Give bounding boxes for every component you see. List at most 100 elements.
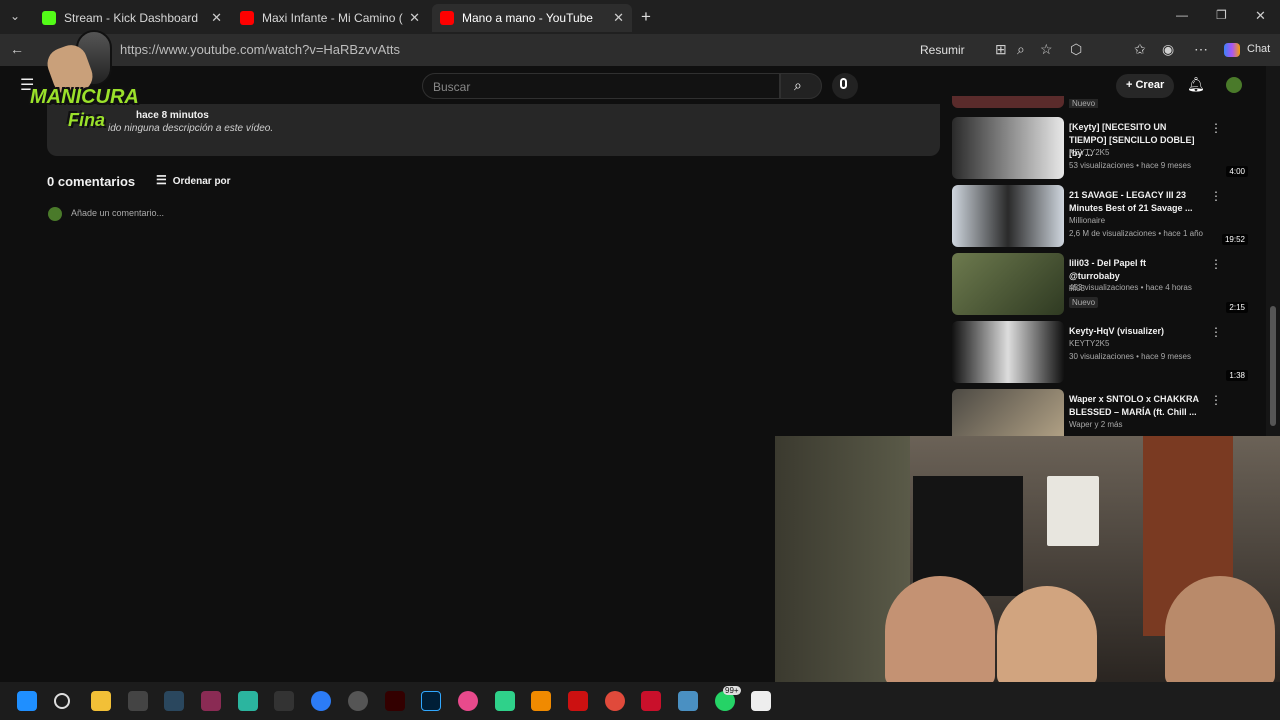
list-item[interactable]: 1:38 Keyty-HqV (visualizer) KEYTY2K5 30 … <box>952 321 1252 385</box>
person-center <box>997 586 1097 682</box>
video-title: Waper x SNTOLO x CHAKKRA BLESSED – MARÍA… <box>1069 394 1199 417</box>
close-icon[interactable]: ✕ <box>409 10 420 26</box>
close-icon[interactable]: ✕ <box>211 10 222 26</box>
vlc-icon[interactable] <box>531 691 551 711</box>
sort-button[interactable]: ☰ Ordenar por <box>156 173 231 187</box>
steam-icon[interactable] <box>164 691 184 711</box>
url-field[interactable]: https://www.youtube.com/watch?v=HaRBzvvA… <box>120 42 400 57</box>
tab-title: Maxi Infante - Mi Camino (Shot by <box>262 11 403 25</box>
tab-title: Mano a mano - YouTube <box>462 11 593 25</box>
list-item[interactable]: Waper x SNTOLO x CHAKKRA BLESSED – MARÍA… <box>952 389 1252 436</box>
list-item[interactable]: 4:00 [Keyty] [NECESITO UN TIEMPO] [SENCI… <box>952 117 1252 181</box>
sort-label: Ordenar por <box>172 176 231 187</box>
tab-youtube-active[interactable]: Mano a mano - YouTube ✕ <box>432 4 632 32</box>
obs-icon[interactable] <box>348 691 368 711</box>
video-meta: 453 visualizaciones • hace 4 horas <box>1069 283 1192 292</box>
profile-icon[interactable]: ◉ <box>1162 41 1174 58</box>
favorites-icon[interactable]: ✩ <box>1134 41 1146 58</box>
list-item[interactable]: 2:15 lili03 - Del Papel ft @turrobaby li… <box>952 253 1252 317</box>
zoom-icon[interactable]: ⌕ <box>1017 41 1025 58</box>
extension-icon[interactable]: ⊞ <box>995 41 1007 58</box>
windows-taskbar: 99+ <box>0 682 1280 720</box>
mic-button[interactable] <box>832 73 858 99</box>
more-options-icon[interactable]: ⋮ <box>1210 121 1222 135</box>
video-meta: 30 visualizaciones • hace 9 meses <box>1069 352 1191 361</box>
app-icon[interactable] <box>458 691 478 711</box>
streamer-logo: MANICURA Fina <box>28 28 148 138</box>
search-icon: ⌕ <box>794 77 802 93</box>
search-icon[interactable] <box>54 693 70 709</box>
comments-count: 0 comentarios <box>47 174 136 189</box>
app-icon[interactable] <box>568 691 588 711</box>
partial-thumbnail[interactable] <box>952 96 1064 108</box>
logo-wordmark-sub: Fina <box>68 110 106 130</box>
channel-name: KEYTY2K5 <box>1069 339 1110 348</box>
create-button[interactable]: + Crear <box>1116 74 1175 98</box>
minimize-icon[interactable]: — <box>1176 8 1188 22</box>
notification-badge: 99+ <box>723 686 741 695</box>
new-badge: Nuevo <box>1069 99 1099 108</box>
browser-tab-bar: ⌄ Stream - Kick Dashboard ✕ Maxi Infante… <box>0 0 1280 34</box>
duration: 19:52 <box>1221 234 1248 245</box>
more-options-icon[interactable]: ⋮ <box>1210 393 1222 407</box>
video-title: lili03 - Del Papel ft @turrobaby <box>1069 258 1147 281</box>
back-icon[interactable]: ← <box>10 41 24 57</box>
youtube-icon <box>240 11 254 25</box>
video-thumbnail <box>952 185 1064 247</box>
add-comment-input[interactable]: Añade un comentario... <box>71 208 164 218</box>
channel-name: KEYTY2K5 <box>1069 148 1110 157</box>
avatar <box>48 207 62 221</box>
webcam-overlay <box>775 436 1280 682</box>
close-icon[interactable]: ✕ <box>613 10 624 26</box>
video-thumbnail <box>952 321 1064 383</box>
tab-maxi[interactable]: Maxi Infante - Mi Camino (Shot by ✕ <box>232 4 428 32</box>
file-explorer-icon[interactable] <box>91 691 111 711</box>
restore-icon[interactable]: ❐ <box>1216 8 1227 22</box>
more-options-icon[interactable]: ⋮ <box>1210 325 1222 339</box>
chat-button[interactable]: Chat <box>1247 43 1270 55</box>
app-icon[interactable] <box>201 691 221 711</box>
tab-title: Stream - Kick Dashboard <box>64 11 199 25</box>
scrollbar[interactable] <box>1266 66 1280 436</box>
notifications-bell-icon[interactable]: 🔔︎ <box>1187 76 1205 93</box>
edge-icon[interactable] <box>238 691 258 711</box>
channel-name: Waper y 2 más <box>1069 420 1123 429</box>
app-icon[interactable] <box>678 691 698 711</box>
resumir-button[interactable]: Resumir <box>920 43 965 57</box>
tab-list-chevron-icon[interactable]: ⌄ <box>10 9 20 23</box>
mic-icon <box>840 78 847 89</box>
copilot-icon[interactable] <box>1224 43 1240 57</box>
new-tab-icon[interactable]: + <box>641 7 651 27</box>
illustrator-icon[interactable] <box>385 691 405 711</box>
create-label: Crear <box>1135 79 1165 91</box>
search-input[interactable]: Buscar <box>422 73 780 99</box>
duration: 2:15 <box>1226 302 1248 313</box>
list-item[interactable]: 19:52 21 SAVAGE - LEGACY III 23 Minutes … <box>952 185 1252 249</box>
app-icon[interactable] <box>128 691 148 711</box>
app-icon[interactable] <box>495 691 515 711</box>
app-icon[interactable] <box>311 691 331 711</box>
sort-icon: ☰ <box>156 173 167 187</box>
window-close-icon[interactable]: ✕ <box>1255 8 1266 24</box>
more-options-icon[interactable]: ⋮ <box>1210 189 1222 203</box>
chrome-icon[interactable] <box>605 691 625 711</box>
favorite-star-icon[interactable]: ☆ <box>1040 41 1053 58</box>
more-menu-icon[interactable]: ⋯ <box>1194 41 1208 58</box>
video-thumbnail <box>952 389 1064 436</box>
video-meta: 2,6 M de visualizaciones • hace 1 año <box>1069 229 1203 238</box>
youtube-icon <box>440 11 454 25</box>
scrollbar-thumb[interactable] <box>1270 306 1276 426</box>
photoshop-icon[interactable] <box>421 691 441 711</box>
video-title: 21 SAVAGE - LEGACY III 23 Minutes Best o… <box>1069 190 1193 213</box>
more-options-icon[interactable]: ⋮ <box>1210 257 1222 271</box>
app-icon[interactable] <box>641 691 661 711</box>
avatar[interactable] <box>1226 77 1242 93</box>
puzzle-icon[interactable]: ⬡ <box>1070 41 1082 58</box>
davinci-icon[interactable] <box>274 691 294 711</box>
video-thumbnail <box>952 253 1064 315</box>
search-button[interactable]: ⌕ <box>780 73 822 99</box>
windows-start-icon[interactable] <box>17 691 37 711</box>
duration: 1:38 <box>1226 370 1248 381</box>
new-badge: Nuevo <box>1069 297 1099 308</box>
app-icon[interactable] <box>751 691 771 711</box>
